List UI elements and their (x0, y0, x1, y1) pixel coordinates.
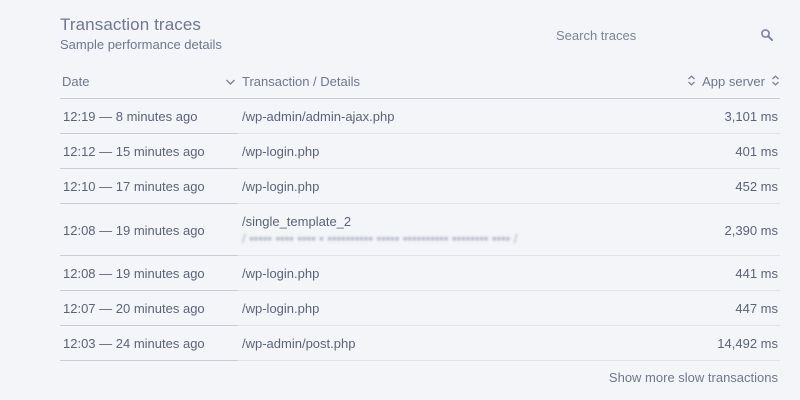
row-date: 12:19 — 8 minutes ago (60, 99, 238, 134)
table-row[interactable]: 12:03 — 24 minutes ago /wp-admin/post.ph… (60, 326, 780, 361)
row-date: 12:07 — 20 minutes ago (60, 291, 238, 326)
table-row[interactable]: 12:08 — 19 minutes ago /single_template_… (60, 204, 780, 256)
row-transaction: /wp-login.php (238, 256, 670, 291)
transaction-details: / ••••• •••• •••• • •••••••••• ••••• •••… (242, 231, 518, 246)
show-more-link[interactable]: Show more slow transactions (609, 370, 778, 385)
table-row[interactable]: 12:19 — 8 minutes ago /wp-admin/admin-aj… (60, 99, 780, 134)
sort-icon[interactable] (771, 74, 780, 89)
row-transaction: /wp-login.php (238, 134, 670, 169)
column-header-transaction: Transaction / Details (242, 73, 361, 89)
row-app-server: 447 ms (670, 291, 780, 326)
table-row[interactable]: 12:10 — 17 minutes ago /wp-login.php 452… (60, 169, 780, 204)
traces-table: Date Transaction / Details App server 12… (60, 64, 780, 361)
row-app-server: 2,390 ms (670, 204, 780, 256)
table-row[interactable]: 12:07 — 20 minutes ago /wp-login.php 447… (60, 291, 780, 326)
search-box[interactable] (546, 22, 782, 48)
table-row[interactable]: 12:12 — 15 minutes ago /wp-login.php 401… (60, 134, 780, 169)
transaction-path[interactable]: /wp-login.php (242, 179, 670, 194)
search-icon[interactable] (760, 28, 774, 42)
transaction-path[interactable]: /wp-login.php (242, 144, 670, 159)
row-app-server: 3,101 ms (670, 99, 780, 134)
row-date: 12:03 — 24 minutes ago (60, 326, 238, 361)
table-header: Date Transaction / Details App server (60, 64, 780, 99)
row-transaction: /wp-login.php (238, 169, 670, 204)
row-app-server: 441 ms (670, 256, 780, 291)
column-label-app-server: App server (702, 73, 765, 89)
sort-icon[interactable] (687, 74, 696, 89)
page-subtitle: Sample performance details (60, 37, 222, 52)
page-title: Transaction traces (60, 15, 202, 34)
transaction-path[interactable]: /wp-login.php (242, 301, 670, 316)
transaction-path[interactable]: /wp-admin/post.php (242, 336, 670, 351)
table-row[interactable]: 12:08 — 19 minutes ago /wp-login.php 441… (60, 256, 780, 291)
search-input[interactable] (556, 27, 746, 43)
row-date: 12:10 — 17 minutes ago (60, 169, 238, 204)
row-transaction: /single_template_2 / ••••• •••• •••• • •… (238, 204, 670, 256)
column-header-app-server[interactable]: App server (670, 74, 780, 89)
row-app-server: 14,492 ms (670, 326, 780, 361)
column-label-date: Date (62, 73, 90, 89)
row-app-server: 452 ms (670, 169, 780, 204)
transaction-path[interactable]: /wp-admin/admin-ajax.php (242, 109, 670, 124)
row-date: 12:08 — 19 minutes ago (60, 204, 238, 256)
row-app-server: 401 ms (670, 134, 780, 169)
row-transaction: /wp-admin/admin-ajax.php (238, 99, 670, 134)
row-date: 12:08 — 19 minutes ago (60, 256, 238, 291)
row-date: 12:12 — 15 minutes ago (60, 134, 238, 169)
row-transaction: /wp-admin/post.php (238, 326, 670, 361)
row-transaction: /wp-login.php (238, 291, 670, 326)
column-header-date[interactable]: Date (60, 74, 238, 89)
transaction-path[interactable]: /single_template_2 (242, 214, 670, 229)
transaction-path[interactable]: /wp-login.php (242, 266, 670, 281)
chevron-down-icon[interactable] (225, 74, 236, 89)
